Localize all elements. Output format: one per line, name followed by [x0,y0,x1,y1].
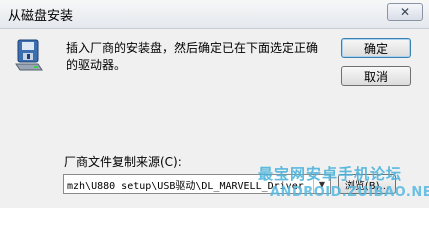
instruction-text: 插入厂商的安装盘，然后确定已在下面选定正确的驱动器。 [66,41,319,72]
ok-button[interactable]: 确定 [341,38,411,58]
watermark-text: 最宝网安卓手机论坛 [258,165,403,183]
install-from-disk-dialog: 从磁盘安装 ✕ 插入厂商的安装盘，然后确定已在下面选定正确的驱动器。 确定 取消… [0,0,429,208]
watermark-url: ANDROID.ZUIBAO.NET [270,185,429,200]
copy-source-label: 厂商文件复制来源(C): [64,155,182,169]
close-icon: ✕ [399,5,411,19]
disk-install-icon [15,39,43,71]
window-title: 从磁盘安装 [8,9,74,24]
close-button[interactable]: ✕ [387,3,423,21]
cancel-button[interactable]: 取消 [341,66,411,86]
title-bar: 从磁盘安装 ✕ [0,0,429,29]
